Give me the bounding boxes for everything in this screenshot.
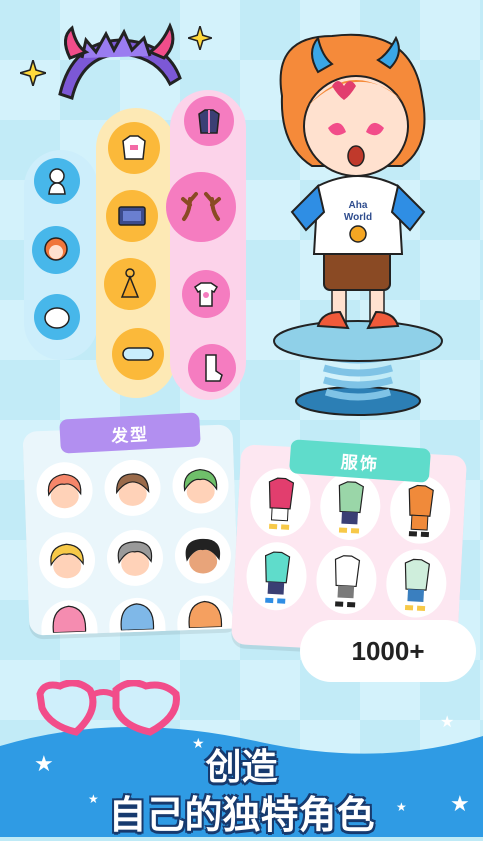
shirt-category-button[interactable] (108, 122, 160, 174)
hairstyle-option[interactable] (40, 599, 98, 636)
tv-icon (118, 206, 146, 226)
hair-category-button[interactable] (32, 226, 80, 274)
star-icon: ★ (440, 712, 455, 731)
outfit-icon (404, 558, 431, 612)
hairstyle-icon (52, 605, 87, 633)
tv-category-button[interactable] (106, 190, 158, 242)
hairstyle-icon (188, 600, 223, 629)
sparkle-icon (17, 57, 49, 90)
outfit-icon (338, 481, 364, 534)
goggles-icon (122, 347, 154, 361)
sock-icon (205, 354, 223, 382)
tshirt-icon (193, 282, 219, 307)
hair-tab-label: 发型 (110, 424, 150, 447)
outfit-icon (408, 484, 434, 538)
hairstyle-icon (120, 603, 155, 631)
face-category-button[interactable] (34, 294, 80, 340)
sparkle-icon (185, 23, 215, 54)
outfit-option[interactable] (384, 548, 449, 620)
tagline-line-1: 创造 (205, 747, 278, 788)
hairstyle-icon (116, 473, 150, 506)
hairstyle-icon (47, 473, 82, 509)
tshirt-category-button[interactable] (182, 270, 230, 318)
hairstyle-icon (183, 468, 218, 504)
hair-icon (44, 237, 68, 261)
outfit-icon (268, 477, 295, 530)
jacket-icon (198, 109, 220, 134)
antlers-icon (181, 192, 221, 221)
earring-category-button[interactable] (104, 258, 156, 310)
hairstyle-option[interactable] (108, 596, 166, 633)
hairstyle-option[interactable] (176, 594, 234, 631)
goggles-category-button[interactable] (112, 328, 164, 380)
shirt-text: World (344, 212, 372, 223)
hairstyle-option[interactable] (173, 526, 232, 585)
hairstyle-option[interactable] (106, 528, 164, 587)
headband-illustration (52, 22, 187, 106)
character-illustration: Aha World (262, 16, 462, 420)
hairstyle-icon (185, 538, 221, 574)
hair-selection-panel (22, 424, 240, 636)
hairstyle-option[interactable] (103, 458, 162, 517)
outfit-option[interactable] (244, 540, 309, 612)
antlers-category-button[interactable] (166, 172, 236, 242)
face-icon (44, 307, 70, 329)
outfit-option[interactable] (314, 544, 379, 616)
earring-icon (120, 268, 140, 298)
outfit-icon (264, 551, 291, 604)
hairstyle-option[interactable] (171, 456, 230, 515)
hairstyle-icon (117, 541, 153, 576)
head-category-button[interactable] (34, 158, 80, 204)
shirt-icon (122, 135, 146, 160)
hairstyle-option[interactable] (35, 461, 94, 520)
hairstyle-icon (50, 543, 84, 579)
jacket-category-button[interactable] (184, 96, 234, 146)
heart-sunglasses-illustration (36, 679, 186, 742)
tagline-line-2: 自己的独特角色 (108, 793, 375, 837)
hairstyle-option[interactable] (38, 531, 96, 590)
outfit-icon (334, 555, 361, 608)
sock-category-button[interactable] (188, 344, 236, 392)
head-icon (48, 168, 66, 195)
shirt-text: Aha (349, 200, 368, 211)
item-count-label: 1000+ (351, 635, 425, 666)
outfit-option[interactable] (388, 474, 452, 546)
outfit-tab-label: 服饰 (340, 452, 380, 475)
outfit-option[interactable] (248, 466, 313, 538)
item-count-badge: 1000+ (300, 620, 476, 682)
outfit-option[interactable] (318, 470, 383, 542)
